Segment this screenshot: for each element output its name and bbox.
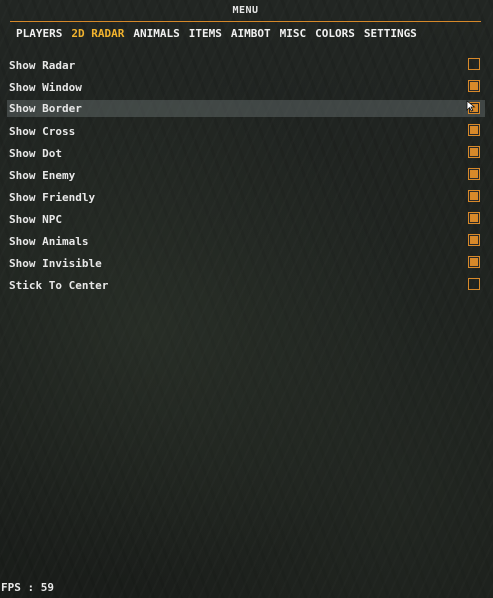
option-label: Show NPC [9,213,62,226]
option-label: Show Friendly [9,191,96,204]
show-animals-checkbox[interactable] [468,234,480,246]
option-show-animals[interactable]: Show Animals [7,230,485,252]
show-enemy-checkbox[interactable] [468,168,480,180]
show-npc-checkbox[interactable] [468,212,480,224]
option-show-border[interactable]: Show Border [7,100,485,117]
option-show-dot[interactable]: Show Dot [7,142,485,164]
show-dot-checkbox[interactable] [468,146,480,158]
radar-options-list: Show Radar Show Window Show Border Show … [7,54,485,296]
tab-aimbot[interactable]: AIMBOT [231,27,271,40]
show-friendly-checkbox[interactable] [468,190,480,202]
stick-to-center-checkbox[interactable] [468,278,480,290]
option-label: Show Enemy [9,169,76,182]
option-show-window[interactable]: Show Window [7,76,485,98]
option-label: Show Radar [9,59,76,72]
tab-bar: PLAYERS 2D RADAR ANIMALS ITEMS AIMBOT MI… [16,27,417,40]
option-show-enemy[interactable]: Show Enemy [7,164,485,186]
show-window-checkbox[interactable] [468,80,480,92]
fps-counter: FPS : 59 [1,581,54,594]
menu-title: MENU [232,5,259,16]
title-divider [10,21,481,22]
option-label: Show Border [9,102,82,115]
tab-animals[interactable]: ANIMALS [133,27,179,40]
tab-settings[interactable]: SETTINGS [364,27,417,40]
option-show-friendly[interactable]: Show Friendly [7,186,485,208]
option-show-radar[interactable]: Show Radar [7,54,485,76]
option-label: Show Invisible [9,257,102,270]
option-show-invisible[interactable]: Show Invisible [7,252,485,274]
option-label: Show Animals [9,235,89,248]
tab-misc[interactable]: MISC [280,27,307,40]
tab-colors[interactable]: COLORS [315,27,355,40]
show-border-checkbox[interactable] [468,102,480,114]
tab-items[interactable]: ITEMS [189,27,222,40]
option-label: Stick To Center [9,279,109,292]
tab-2d-radar[interactable]: 2D RADAR [71,27,124,40]
option-label: Show Cross [9,125,76,138]
option-stick-to-center[interactable]: Stick To Center [7,274,485,296]
show-cross-checkbox[interactable] [468,124,480,136]
show-invisible-checkbox[interactable] [468,256,480,268]
option-show-npc[interactable]: Show NPC [7,208,485,230]
tab-players[interactable]: PLAYERS [16,27,62,40]
option-label: Show Window [9,81,82,94]
option-show-cross[interactable]: Show Cross [7,120,485,142]
option-label: Show Dot [9,147,62,160]
show-radar-checkbox[interactable] [468,58,480,70]
